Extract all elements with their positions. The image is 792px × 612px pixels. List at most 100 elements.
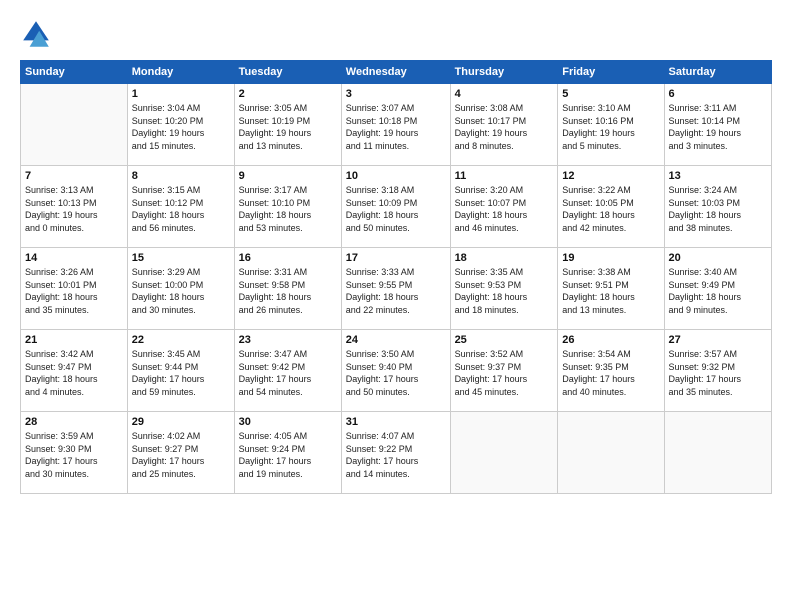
- day-info: Sunrise: 3:47 AM Sunset: 9:42 PM Dayligh…: [239, 348, 337, 398]
- day-number: 19: [562, 252, 659, 264]
- calendar-cell: 18Sunrise: 3:35 AM Sunset: 9:53 PM Dayli…: [450, 248, 558, 330]
- day-number: 10: [346, 170, 446, 182]
- day-info: Sunrise: 3:38 AM Sunset: 9:51 PM Dayligh…: [562, 266, 659, 316]
- day-info: Sunrise: 3:29 AM Sunset: 10:00 PM Daylig…: [132, 266, 230, 316]
- day-info: Sunrise: 3:59 AM Sunset: 9:30 PM Dayligh…: [25, 430, 123, 480]
- calendar-cell: 13 Sunrise: 3:24 AM Sunset: 10:03 PM Dayl…: [664, 166, 771, 248]
- day-info: Sunrise: 3:57 AM Sunset: 9:32 PM Dayligh…: [669, 348, 767, 398]
- calendar-cell: 9 Sunrise: 3:17 AM Sunset: 10:10 PM Dayli…: [234, 166, 341, 248]
- day-number: 9: [239, 170, 337, 182]
- day-number: 18: [455, 252, 554, 264]
- day-info: Sunrise: 3:10 AM Sunset: 10:16 PM Daylig…: [562, 102, 659, 152]
- calendar-week-row: 1 Sunrise: 3:04 AM Sunset: 10:20 PM Dayli…: [21, 84, 772, 166]
- calendar-cell: 2 Sunrise: 3:05 AM Sunset: 10:19 PM Dayli…: [234, 84, 341, 166]
- day-info: Sunrise: 3:13 AM Sunset: 10:13 PM Daylig…: [25, 184, 123, 234]
- calendar-cell: 11 Sunrise: 3:20 AM Sunset: 10:07 PM Dayl…: [450, 166, 558, 248]
- day-info: Sunrise: 4:07 AM Sunset: 9:22 PM Dayligh…: [346, 430, 446, 480]
- day-number: 1: [132, 88, 230, 100]
- day-info: Sunrise: 3:11 AM Sunset: 10:14 PM Daylig…: [669, 102, 767, 152]
- day-info: Sunrise: 3:20 AM Sunset: 10:07 PM Daylig…: [455, 184, 554, 234]
- day-info: Sunrise: 3:18 AM Sunset: 10:09 PM Daylig…: [346, 184, 446, 234]
- page: SundayMondayTuesdayWednesdayThursdayFrid…: [0, 0, 792, 612]
- day-info: Sunrise: 3:50 AM Sunset: 9:40 PM Dayligh…: [346, 348, 446, 398]
- day-info: Sunrise: 4:02 AM Sunset: 9:27 PM Dayligh…: [132, 430, 230, 480]
- calendar-week-row: 14Sunrise: 3:26 AM Sunset: 10:01 PM Dayl…: [21, 248, 772, 330]
- calendar-cell: 5 Sunrise: 3:10 AM Sunset: 10:16 PM Dayli…: [558, 84, 664, 166]
- day-info: Sunrise: 3:05 AM Sunset: 10:19 PM Daylig…: [239, 102, 337, 152]
- day-info: Sunrise: 3:54 AM Sunset: 9:35 PM Dayligh…: [562, 348, 659, 398]
- day-info: Sunrise: 3:24 AM Sunset: 10:03 PM Daylig…: [669, 184, 767, 234]
- calendar-cell: [21, 84, 128, 166]
- calendar-cell: 26 Sunrise: 3:54 AM Sunset: 9:35 PM Dayli…: [558, 330, 664, 412]
- day-number: 24: [346, 334, 446, 346]
- calendar-cell: 12 Sunrise: 3:22 AM Sunset: 10:05 PM Dayl…: [558, 166, 664, 248]
- day-number: 22: [132, 334, 230, 346]
- day-info: Sunrise: 3:04 AM Sunset: 10:20 PM Daylig…: [132, 102, 230, 152]
- day-header-tuesday: Tuesday: [234, 61, 341, 84]
- day-info: Sunrise: 3:17 AM Sunset: 10:10 PM Daylig…: [239, 184, 337, 234]
- logo: [20, 18, 56, 50]
- calendar-cell: 6 Sunrise: 3:11 AM Sunset: 10:14 PM Dayli…: [664, 84, 771, 166]
- calendar-cell: 10 Sunrise: 3:18 AM Sunset: 10:09 PM Dayl…: [341, 166, 450, 248]
- day-number: 15: [132, 252, 230, 264]
- day-number: 20: [669, 252, 767, 264]
- calendar-cell: 16 Sunrise: 3:31 AM Sunset: 9:58 PM Dayli…: [234, 248, 341, 330]
- calendar-cell: 20 Sunrise: 3:40 AM Sunset: 9:49 PM Dayli…: [664, 248, 771, 330]
- day-number: 28: [25, 416, 123, 428]
- day-info: Sunrise: 3:42 AM Sunset: 9:47 PM Dayligh…: [25, 348, 123, 398]
- day-info: Sunrise: 3:40 AM Sunset: 9:49 PM Dayligh…: [669, 266, 767, 316]
- calendar-cell: 25Sunrise: 3:52 AM Sunset: 9:37 PM Dayli…: [450, 330, 558, 412]
- logo-icon: [20, 18, 52, 50]
- day-number: 11: [455, 170, 554, 182]
- day-header-saturday: Saturday: [664, 61, 771, 84]
- day-number: 6: [669, 88, 767, 100]
- day-number: 27: [669, 334, 767, 346]
- day-number: 21: [25, 334, 123, 346]
- day-number: 17: [346, 252, 446, 264]
- day-number: 23: [239, 334, 337, 346]
- calendar-table: SundayMondayTuesdayWednesdayThursdayFrid…: [20, 60, 772, 494]
- calendar-cell: 23 Sunrise: 3:47 AM Sunset: 9:42 PM Dayli…: [234, 330, 341, 412]
- day-number: 4: [455, 88, 554, 100]
- day-number: 31: [346, 416, 446, 428]
- day-header-monday: Monday: [127, 61, 234, 84]
- day-number: 3: [346, 88, 446, 100]
- day-number: 26: [562, 334, 659, 346]
- calendar-cell: 31 Sunrise: 4:07 AM Sunset: 9:22 PM Dayli…: [341, 412, 450, 494]
- calendar-cell: 7 Sunrise: 3:13 AM Sunset: 10:13 PM Dayli…: [21, 166, 128, 248]
- calendar-cell: [450, 412, 558, 494]
- day-number: 8: [132, 170, 230, 182]
- day-info: Sunrise: 3:07 AM Sunset: 10:18 PM Daylig…: [346, 102, 446, 152]
- calendar-cell: 24 Sunrise: 3:50 AM Sunset: 9:40 PM Dayli…: [341, 330, 450, 412]
- day-header-thursday: Thursday: [450, 61, 558, 84]
- header: [20, 18, 772, 50]
- day-info: Sunrise: 3:31 AM Sunset: 9:58 PM Dayligh…: [239, 266, 337, 316]
- calendar-cell: 15 Sunrise: 3:29 AM Sunset: 10:00 PM Dayl…: [127, 248, 234, 330]
- calendar-cell: 28 Sunrise: 3:59 AM Sunset: 9:30 PM Dayli…: [21, 412, 128, 494]
- calendar-week-row: 21 Sunrise: 3:42 AM Sunset: 9:47 PM Dayli…: [21, 330, 772, 412]
- calendar-cell: [664, 412, 771, 494]
- day-info: Sunrise: 3:08 AM Sunset: 10:17 PM Daylig…: [455, 102, 554, 152]
- day-number: 12: [562, 170, 659, 182]
- calendar-week-row: 7 Sunrise: 3:13 AM Sunset: 10:13 PM Dayli…: [21, 166, 772, 248]
- day-header-sunday: Sunday: [21, 61, 128, 84]
- day-number: 13: [669, 170, 767, 182]
- calendar-cell: [558, 412, 664, 494]
- day-number: 2: [239, 88, 337, 100]
- day-info: Sunrise: 3:22 AM Sunset: 10:05 PM Daylig…: [562, 184, 659, 234]
- day-info: Sunrise: 3:45 AM Sunset: 9:44 PM Dayligh…: [132, 348, 230, 398]
- day-number: 14: [25, 252, 123, 264]
- day-number: 7: [25, 170, 123, 182]
- calendar-cell: 30Sunrise: 4:05 AM Sunset: 9:24 PM Dayli…: [234, 412, 341, 494]
- day-info: Sunrise: 3:52 AM Sunset: 9:37 PM Dayligh…: [455, 348, 554, 398]
- day-number: 16: [239, 252, 337, 264]
- calendar-cell: 27 Sunrise: 3:57 AM Sunset: 9:32 PM Dayli…: [664, 330, 771, 412]
- day-header-friday: Friday: [558, 61, 664, 84]
- calendar-cell: 19 Sunrise: 3:38 AM Sunset: 9:51 PM Dayli…: [558, 248, 664, 330]
- calendar-header-row: SundayMondayTuesdayWednesdayThursdayFrid…: [21, 61, 772, 84]
- day-info: Sunrise: 3:33 AM Sunset: 9:55 PM Dayligh…: [346, 266, 446, 316]
- day-number: 30: [239, 416, 337, 428]
- calendar-cell: 14Sunrise: 3:26 AM Sunset: 10:01 PM Dayl…: [21, 248, 128, 330]
- day-number: 5: [562, 88, 659, 100]
- calendar-cell: 8Sunrise: 3:15 AM Sunset: 10:12 PM Dayli…: [127, 166, 234, 248]
